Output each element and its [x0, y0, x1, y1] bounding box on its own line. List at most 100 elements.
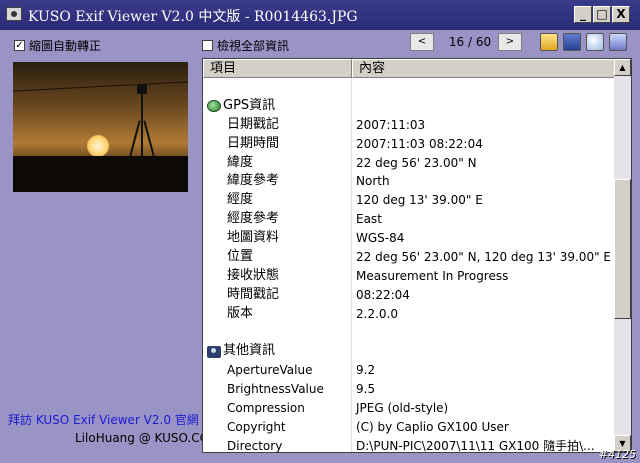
window-title: KUSO Exif Viewer V2.0 中文版 - R0014463.JPG [28, 9, 358, 25]
cell-item-label: 位置 [227, 249, 254, 265]
cell-content [352, 342, 615, 361]
cell-content: 22 deg 56' 23.00" N [356, 155, 477, 170]
cell-item: 緯度 [203, 153, 352, 173]
cell-item: Directory [203, 436, 352, 453]
cell-item-label: BrightnessValue [227, 382, 324, 397]
cell-item-label: Compression [227, 401, 305, 416]
table-rows: GPS資訊日期戳記 2007:11:03 日期時間 2007:11:03 08:22:… [203, 78, 615, 453]
column-header-item[interactable]: 項目 [203, 59, 352, 78]
cell-item-label: 日期時間 [227, 135, 280, 151]
table-header: 項目 內容 [203, 59, 615, 78]
cell-content: 9.5 [356, 382, 376, 397]
cell-content: 2007:11:03 [356, 117, 426, 132]
cell-item-label: GPS資訊 [223, 97, 276, 113]
author-credit: LiloHuang @ KUSO.CC [75, 431, 209, 445]
maximize-button[interactable]: □ [593, 6, 611, 23]
cell-item: 日期戳記 [203, 115, 352, 135]
cell-item: Copyright [203, 418, 352, 437]
cell-item: 地圖資料 [203, 229, 352, 249]
show-all-info-checkbox[interactable]: 檢視全部資訊 [202, 37, 289, 54]
table-row[interactable]: 時間戳記 08:22:04 [203, 285, 615, 305]
camera-icon [207, 345, 221, 358]
cell-item: 版本 [203, 304, 352, 324]
table-row[interactable]: 地圖資料 WGS-84 [203, 229, 615, 249]
table-row[interactable]: 緯度 22 deg 56' 23.00" N [203, 153, 615, 173]
cell-content [352, 324, 615, 343]
cell-item: 時間戳記 [203, 285, 352, 305]
cell-item-label: 接收狀態 [227, 267, 280, 283]
cell-item: BrightnessValue [203, 380, 352, 400]
watermark: #4125 [598, 448, 636, 461]
table-row[interactable]: 經度 120 deg 13' 39.00" E [203, 191, 615, 211]
table-row[interactable]: Directory D:\PUN-PIC\2007\11\11 GX100 隨手拍… [203, 436, 615, 453]
auto-rotate-checkbox-box[interactable]: ✓ [14, 40, 25, 51]
cell-item-label: 經度參考 [227, 211, 280, 227]
cell-item [203, 323, 352, 343]
cell-item-label: 地圖資料 [227, 230, 280, 246]
table-row[interactable] [203, 323, 615, 343]
table-row[interactable]: ApertureValue 9.2 [203, 361, 615, 381]
open-folder-icon[interactable] [540, 33, 558, 51]
cell-content: 120 deg 13' 39.00" E [356, 193, 483, 208]
next-image-button[interactable]: > [498, 33, 522, 51]
cell-content: D:\PUN-PIC\2007\11\11 GX100 隨手拍\... [356, 438, 595, 453]
table-row[interactable]: Copyright (C) by Caplio GX100 User [203, 418, 615, 437]
title-bar: KUSO Exif Viewer V2.0 中文版 - R0014463.JPG… [0, 0, 640, 30]
exif-table[interactable]: 項目 內容 GPS資訊日期戳記 2007:11:03 日期時間 2007:11:03 … [202, 58, 632, 453]
zoom-icon[interactable] [586, 33, 604, 51]
cell-item: GPS資訊 [203, 96, 352, 116]
image-counter: 16 / 60 [448, 35, 492, 49]
table-row[interactable] [203, 78, 615, 97]
table-row[interactable]: 日期戳記 2007:11:03 [203, 115, 615, 135]
show-all-info-label: 檢視全部資訊 [217, 39, 290, 53]
cell-content: Measurement In Progress [356, 268, 509, 283]
cell-content: North [356, 174, 390, 189]
cell-item-label: 經度 [227, 192, 254, 208]
table-row[interactable]: 日期時間 2007:11:03 08:22:04 [203, 134, 615, 154]
table-row[interactable]: 版本 2.2.0.0 [203, 304, 615, 324]
cell-item-label: 版本 [227, 305, 254, 321]
settings-icon[interactable] [609, 33, 627, 51]
official-site-link[interactable]: 拜訪 KUSO Exif Viewer V2.0 官網 [8, 411, 199, 428]
section-header-row[interactable]: GPS資訊 [203, 96, 615, 116]
cell-content: WGS-84 [356, 231, 405, 246]
table-row[interactable]: BrightnessValue 9.5 [203, 380, 615, 400]
cell-content: 2007:11:03 08:22:04 [356, 136, 483, 151]
section-header-row[interactable]: 其他資訊 [203, 342, 615, 362]
cell-item-label: 時間戳記 [227, 286, 280, 302]
cell-item-label: 其他資訊 [223, 343, 276, 359]
cell-item: 經度參考 [203, 210, 352, 230]
cell-item: 其他資訊 [203, 342, 352, 362]
cell-content: East [356, 212, 382, 227]
cell-item: 接收狀態 [203, 266, 352, 286]
cell-item: Compression [203, 399, 352, 419]
cell-item [203, 78, 352, 97]
show-all-info-checkbox-box[interactable] [202, 40, 213, 51]
table-row[interactable]: Compression JPEG (old-style) [203, 399, 615, 419]
cell-content: 2.2.0.0 [356, 306, 398, 321]
cell-item: 經度 [203, 191, 352, 211]
cell-content: 9.2 [356, 363, 376, 378]
column-header-content[interactable]: 內容 [352, 59, 615, 78]
table-row[interactable]: 緯度參考 North [203, 172, 615, 192]
scroll-up-button[interactable]: ▲ [614, 59, 631, 76]
auto-rotate-checkbox[interactable]: ✓ 縮圖自動轉正 [14, 37, 101, 54]
cell-item-label: 緯度 [227, 154, 254, 170]
close-button[interactable]: X [612, 6, 630, 23]
auto-rotate-label: 縮圖自動轉正 [29, 39, 102, 53]
cell-item: 日期時間 [203, 134, 352, 154]
previous-image-button[interactable]: < [410, 33, 434, 51]
cell-item-label: 日期戳記 [227, 116, 280, 132]
cell-item-label: Directory [227, 438, 283, 453]
cell-content: 08:22:04 [356, 287, 410, 302]
cell-content [352, 78, 615, 97]
save-icon[interactable] [563, 33, 581, 51]
table-row[interactable]: 經度參考 East [203, 210, 615, 230]
scroll-thumb[interactable] [614, 179, 631, 319]
vertical-scrollbar[interactable]: ▲ ▼ [614, 59, 631, 452]
table-row[interactable]: 接收狀態 Measurement In Progress [203, 266, 615, 286]
minimize-button[interactable]: _ [574, 6, 592, 23]
cell-content: (C) by Caplio GX100 User [356, 420, 509, 435]
cell-content: 22 deg 56' 23.00" N, 120 deg 13' 39.00" … [356, 250, 611, 265]
table-row[interactable]: 位置 22 deg 56' 23.00" N, 120 deg 13' 39.00… [203, 248, 615, 267]
